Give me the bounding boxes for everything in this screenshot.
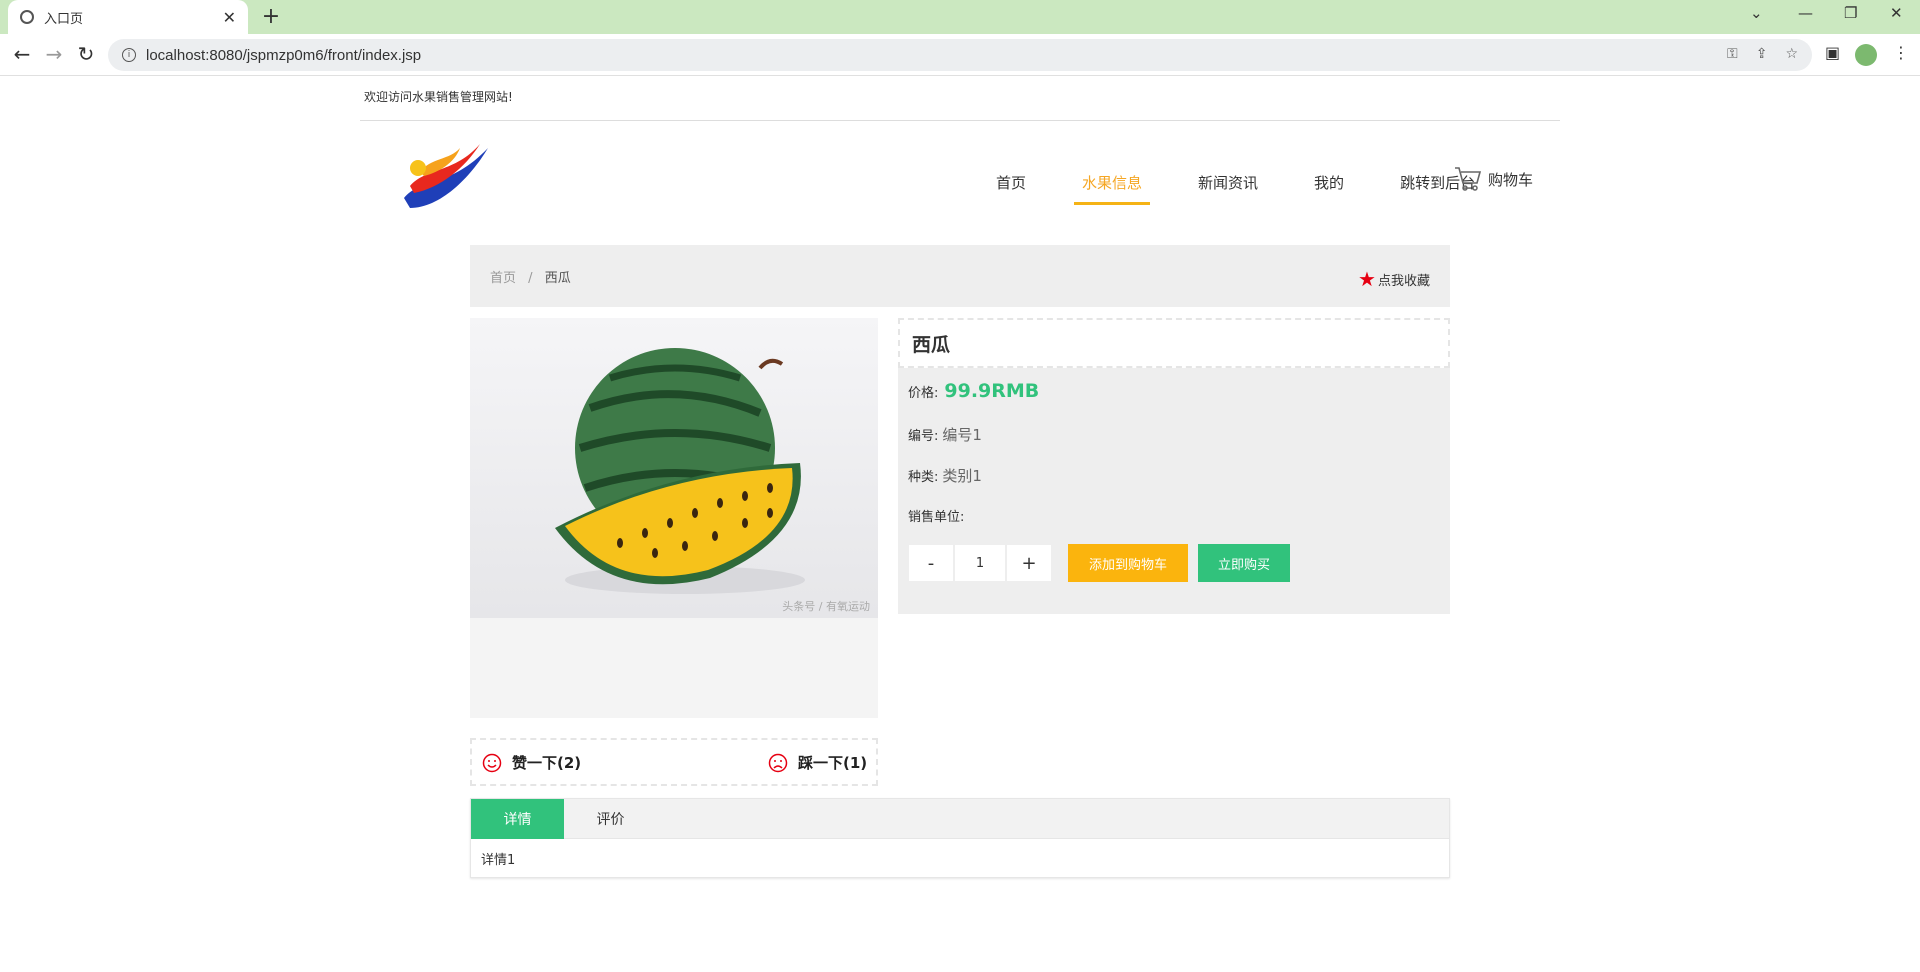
favorite-label: 点我收藏 [1377, 273, 1430, 289]
nav-home[interactable]: 首页 [988, 168, 1034, 197]
smile-icon [482, 753, 502, 772]
product-image: 头条号 / 有氧运动 [470, 318, 878, 618]
unit-label: 销售单位: [908, 510, 965, 525]
back-icon[interactable]: ← [8, 42, 36, 66]
site-info-icon[interactable]: i [122, 48, 136, 62]
browser-toolbar: ← → ↻ i localhost:8080/jspmzp0m6/front/i… [0, 34, 1920, 76]
decrease-button[interactable]: - [908, 544, 954, 582]
nav-mine[interactable]: 我的 [1306, 168, 1352, 197]
address-bar[interactable]: i localhost:8080/jspmzp0m6/front/index.j… [108, 39, 1812, 71]
like-label: 赞一下(2) [512, 754, 582, 772]
cart-link[interactable]: 购物车 [1454, 166, 1533, 192]
code-label: 编号: [908, 429, 939, 444]
product-name: 西瓜 [898, 318, 1450, 368]
favorite-button[interactable]: ★ 点我收藏 [1358, 267, 1430, 291]
profile-avatar[interactable] [1855, 44, 1877, 66]
tab-content: 详情1 [481, 853, 516, 868]
product-image-box: 头条号 / 有氧运动 [470, 318, 878, 718]
price-value: 99.9RMB [944, 380, 1040, 402]
nav-news[interactable]: 新闻资讯 [1190, 168, 1266, 197]
main-nav: 首页 水果信息 新闻资讯 我的 跳转到后台 [988, 168, 1523, 205]
minimize-icon[interactable]: — [1798, 4, 1813, 22]
breadcrumb-home[interactable]: 首页 [490, 271, 516, 286]
header-divider [360, 120, 1560, 121]
star-icon: ★ [1358, 267, 1376, 291]
dislike-button[interactable]: 踩一下(1) [768, 752, 867, 773]
code-value: 编号1 [942, 426, 982, 444]
category-value: 类别1 [942, 467, 982, 485]
tab-search-icon[interactable]: ⌄ [1750, 4, 1763, 22]
tab-details[interactable]: 详情 [471, 799, 564, 839]
price-row: 价格: 99.9RMB [908, 380, 1039, 402]
key-icon[interactable]: ⚿ [1727, 46, 1738, 62]
welcome-text: 欢迎访问水果销售管理网站! [364, 90, 513, 104]
category-label: 种类: [908, 470, 939, 485]
vote-bar: 赞一下(2) 踩一下(1) [470, 738, 878, 786]
unit-row: 销售单位: [908, 506, 968, 525]
breadcrumb-bar: 首页 / 西瓜 ★ 点我收藏 [470, 245, 1450, 307]
new-tab-button[interactable]: + [258, 4, 284, 29]
url-text[interactable]: localhost:8080/jspmzp0m6/front/index.jsp [146, 47, 421, 64]
menu-icon[interactable]: ⋮ [1893, 43, 1909, 62]
globe-icon [20, 10, 34, 24]
close-tab-icon[interactable]: ✕ [223, 8, 236, 27]
cart-icon [1455, 167, 1482, 191]
quantity-stepper: - 1 + [908, 544, 1052, 582]
dislike-label: 踩一下(1) [798, 754, 868, 772]
watermelon-illustration [555, 348, 805, 594]
add-to-cart-button[interactable]: 添加到购物车 [1068, 544, 1188, 582]
reload-icon[interactable]: ↻ [72, 42, 100, 66]
tab-title: 入口页 [44, 11, 84, 27]
detail-tabs: 详情 评价 详情1 [470, 798, 1450, 878]
nav-fruit-info[interactable]: 水果信息 [1074, 168, 1151, 205]
code-row: 编号: 编号1 [908, 424, 982, 445]
buy-now-button[interactable]: 立即购买 [1198, 544, 1290, 582]
breadcrumb-separator: / [528, 271, 533, 286]
bookmark-star-icon[interactable]: ☆ [1785, 46, 1798, 62]
browser-tab[interactable]: 入口页 ✕ [8, 0, 248, 34]
category-row: 种类: 类别1 [908, 465, 982, 486]
breadcrumb: 首页 / 西瓜 [490, 267, 571, 286]
tab-reviews[interactable]: 评价 [564, 799, 657, 839]
cart-label: 购物车 [1488, 170, 1534, 189]
share-icon[interactable]: ⇪ [1756, 46, 1768, 62]
quantity-input[interactable]: 1 [954, 544, 1006, 582]
product-info: 西瓜 价格: 99.9RMB 编号: 编号1 种类: 类别1 销售单位: - 1… [898, 318, 1450, 614]
image-watermark: 头条号 / 有氧运动 [782, 600, 870, 613]
browser-tabstrip: 入口页 ✕ + ⌄ — ❐ ✕ [0, 0, 1920, 34]
like-button[interactable]: 赞一下(2) [482, 752, 581, 773]
forward-icon[interactable]: → [40, 42, 68, 66]
side-panel-icon[interactable]: ▣ [1825, 43, 1840, 62]
increase-button[interactable]: + [1006, 544, 1052, 582]
price-label: 价格: [908, 386, 939, 401]
breadcrumb-current: 西瓜 [544, 271, 571, 286]
tab-header: 详情 评价 [471, 799, 1449, 839]
close-window-icon[interactable]: ✕ [1890, 4, 1903, 22]
restore-icon[interactable]: ❐ [1844, 4, 1857, 22]
site-logo[interactable] [400, 138, 492, 210]
frown-icon [768, 753, 788, 772]
